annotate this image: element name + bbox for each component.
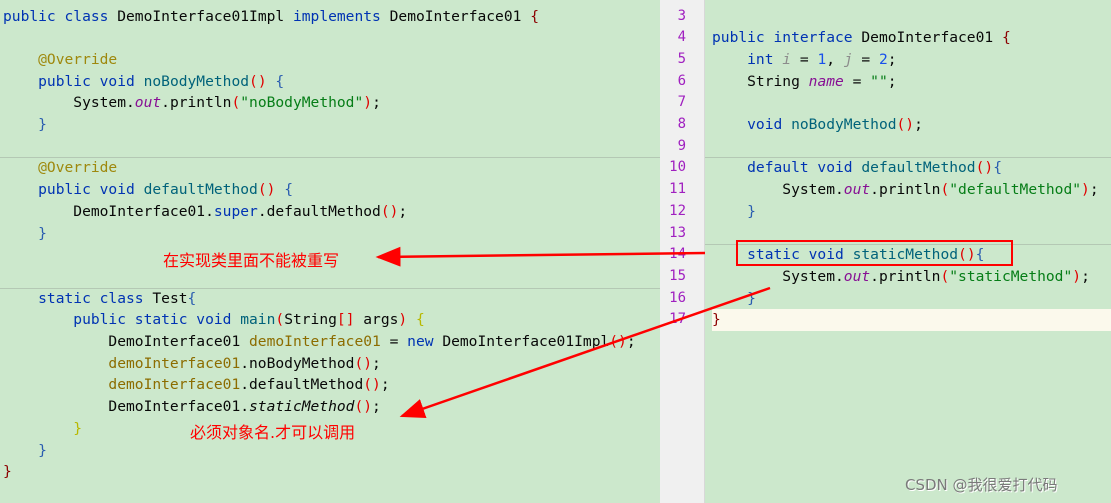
watermark: CSDN @我很爱打代码 — [905, 476, 1058, 494]
arrow-no-override — [375, 246, 706, 267]
annotation-call-by-name: 必须对象名.才可以调用 — [190, 423, 356, 442]
arrow-call-by-name — [399, 286, 771, 419]
annotation-no-override: 在实现类里面不能被重写 — [163, 251, 340, 270]
